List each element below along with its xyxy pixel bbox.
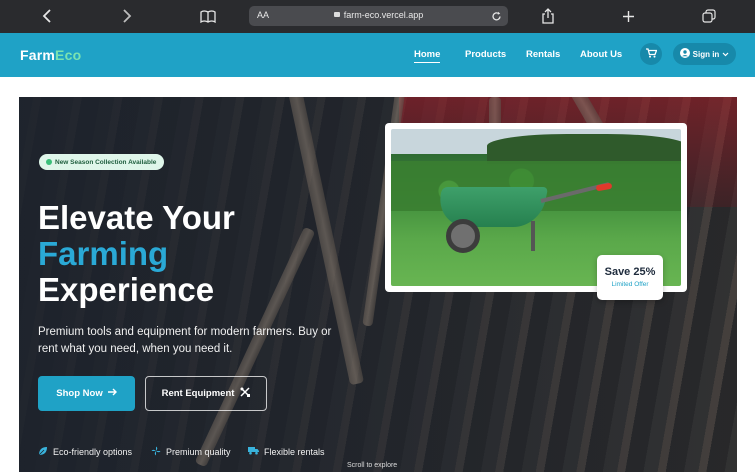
nav-link-home[interactable]: Home — [414, 49, 441, 63]
feature-premium-quality: Premium quality — [151, 446, 231, 458]
badge-text: New Season Collection Available — [55, 158, 157, 166]
feature-label: Flexible rentals — [264, 446, 325, 457]
rent-equipment-label: Rent Equipment — [161, 388, 235, 399]
reload-icon[interactable] — [491, 9, 502, 27]
hero-title-line-1: Elevate Your — [38, 199, 235, 236]
fan-icon — [151, 446, 161, 458]
sign-in-label: Sign in — [692, 49, 720, 59]
scroll-hint[interactable]: Scroll to explore — [347, 462, 397, 469]
rent-equipment-button[interactable]: Rent Equipment — [145, 376, 267, 411]
sign-in-button[interactable]: Sign in — [673, 43, 736, 65]
hero-subtitle: Premium tools and equipment for modern f… — [38, 326, 332, 355]
discount-subtitle: Limited Offer — [611, 281, 649, 288]
discount-title: Save 25% — [604, 266, 656, 278]
feature-label: Eco-friendly options — [53, 447, 133, 457]
hero-title-line-2: Farming — [38, 235, 169, 272]
tabs-icon[interactable] — [698, 6, 720, 26]
nav-link-products[interactable]: Products — [465, 49, 506, 60]
share-icon[interactable] — [537, 6, 559, 26]
url-text: farm-eco.vercel.app — [343, 10, 424, 20]
hero-title: Elevate Your Farming Experience — [38, 200, 235, 308]
feature-eco-friendly: Eco-friendly options — [38, 446, 132, 458]
lock-icon — [333, 12, 340, 17]
truck-icon — [248, 446, 259, 457]
site-navbar: FarmEco Home Products Rentals About Us S… — [0, 33, 755, 77]
back-icon[interactable] — [36, 6, 58, 26]
forward-icon[interactable] — [116, 6, 138, 26]
browser-toolbar: AA farm-eco.vercel.app — [0, 0, 755, 33]
brand-name-farm: Farm — [20, 47, 56, 63]
chevron-down-icon — [722, 50, 729, 59]
new-season-badge: New Season Collection Available — [39, 154, 165, 170]
hero-title-line-3: Experience — [38, 271, 215, 308]
tools-icon — [240, 387, 251, 400]
new-tab-icon[interactable] — [617, 6, 639, 26]
brand-logo[interactable]: FarmEco — [20, 47, 81, 63]
bookmarks-icon[interactable] — [197, 6, 219, 26]
feature-label: Premium quality — [166, 447, 231, 457]
photo-wheelbarrow-wheel — [446, 219, 480, 253]
photo-trees — [487, 134, 681, 164]
address-bar[interactable]: AA farm-eco.vercel.app — [249, 6, 508, 26]
nav-link-rentals[interactable]: Rentals — [526, 49, 560, 60]
leaf-icon — [38, 446, 48, 458]
shop-now-button[interactable]: Shop Now — [38, 376, 135, 411]
user-icon — [679, 48, 690, 60]
arrow-right-icon — [107, 388, 117, 399]
status-dot-icon — [46, 159, 52, 165]
shop-now-label: Shop Now — [56, 388, 103, 399]
feature-flexible-rentals: Flexible rentals — [248, 446, 325, 457]
discount-badge: Save 25% Limited Offer — [597, 255, 663, 300]
cart-icon — [645, 45, 657, 63]
cart-button[interactable] — [640, 43, 662, 65]
nav-link-about-us[interactable]: About Us — [580, 49, 622, 60]
photo-wheelbarrow-leg — [531, 221, 535, 251]
brand-name-eco: Eco — [55, 47, 82, 63]
